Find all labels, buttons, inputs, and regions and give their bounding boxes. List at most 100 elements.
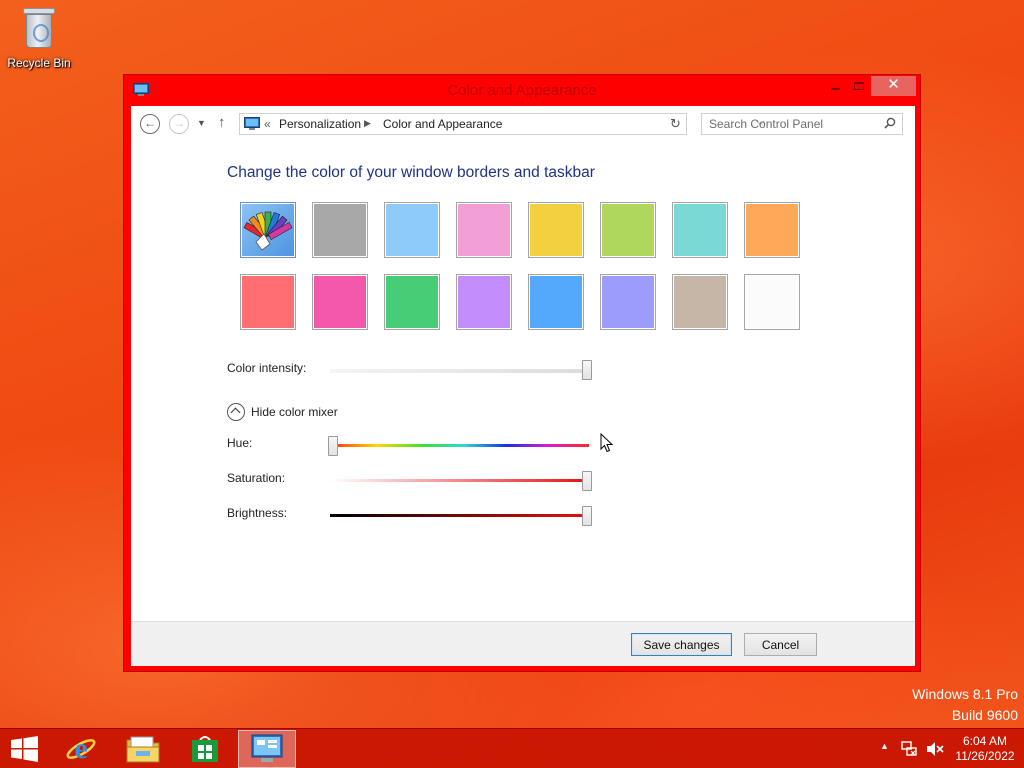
search-box[interactable] (701, 113, 903, 135)
page-heading: Change the color of your window borders … (227, 164, 595, 181)
os-watermark: Windows 8.1 Pro Build 9600 (912, 684, 1018, 726)
maximize-button[interactable] (846, 76, 872, 96)
address-bar[interactable]: « Personalization ▶ Color and Appearance… (239, 113, 764, 135)
taskbar-internet-explorer[interactable]: e (52, 730, 110, 768)
swatch-blue[interactable] (528, 274, 584, 330)
store-icon (192, 736, 218, 762)
swatch-fill (386, 276, 438, 328)
minimize-button[interactable] (822, 76, 848, 96)
os-build: Build 9600 (951, 707, 1018, 723)
mouse-cursor-icon (600, 433, 614, 453)
recycle-bin-icon (21, 6, 57, 50)
swatch-light-blue[interactable] (384, 202, 440, 258)
swatch-fill (674, 204, 726, 256)
swatch-fill (458, 204, 510, 256)
swatch-fill (458, 276, 510, 328)
close-icon: ✕ (887, 76, 900, 93)
hue-slider[interactable] (330, 444, 589, 447)
clock-time: 6:04 AM (962, 734, 1008, 748)
swatch-taupe[interactable] (672, 274, 728, 330)
svg-text:e: e (74, 733, 87, 765)
network-icon[interactable] (901, 741, 917, 757)
color-intensity-slider[interactable] (330, 369, 586, 373)
taskbar-store[interactable] (176, 730, 234, 768)
start-button[interactable] (0, 730, 50, 768)
clock[interactable]: 6:04 AM 11/26/2022 (952, 734, 1018, 764)
breadcrumb-color-and-appearance[interactable]: Color and Appearance (383, 117, 502, 131)
swatch-lavender[interactable] (600, 274, 656, 330)
swatch-fill (602, 276, 654, 328)
swatch-fill (602, 204, 654, 256)
saturation-thumb[interactable] (582, 471, 592, 491)
back-button[interactable]: ← (140, 114, 160, 134)
show-hidden-icons-button[interactable]: ▲ (880, 741, 889, 751)
hide-color-mixer-label: Hide color mixer (251, 405, 338, 419)
swatch-pink[interactable] (456, 202, 512, 258)
address-overflow-chevrons[interactable]: « (264, 117, 271, 131)
recycle-bin[interactable]: Recycle Bin (4, 6, 74, 70)
recent-locations-button[interactable]: ▼ (197, 118, 206, 128)
saturation-label: Saturation: (227, 471, 286, 485)
swatch-white[interactable] (744, 274, 800, 330)
window-title: Color and Appearance (447, 82, 597, 99)
swatch-fill (746, 276, 798, 328)
brightness-thumb[interactable] (582, 506, 592, 526)
maximize-icon (854, 82, 864, 90)
control-panel-icon (251, 734, 283, 762)
window-client-area: ← → ▼ ↑ « Personalization ▶ Color and Ap… (131, 106, 915, 666)
recycle-bin-label: Recycle Bin (7, 56, 71, 70)
arrow-left-icon: ← (144, 116, 156, 130)
up-button[interactable]: ↑ (218, 114, 226, 131)
swatch-violet[interactable] (456, 274, 512, 330)
system-tray: ▲ 6:04 AM 11/26/2022 (864, 729, 1024, 768)
swatch-fill (530, 276, 582, 328)
title-bar[interactable]: Color and Appearance ✕ (124, 75, 920, 105)
swatch-fill (242, 276, 294, 328)
swatch-orange[interactable] (744, 202, 800, 258)
clock-date: 11/26/2022 (955, 749, 1015, 763)
forward-button[interactable]: → (169, 114, 189, 134)
control-panel-icon (244, 117, 260, 130)
swatch-fill (314, 204, 366, 256)
breadcrumb-personalization[interactable]: Personalization (279, 117, 361, 131)
navigation-bar: ← → ▼ ↑ « Personalization ▶ Color and Ap… (131, 106, 915, 142)
os-edition: Windows 8.1 Pro (912, 686, 1018, 702)
hue-thumb[interactable] (328, 436, 338, 456)
saturation-slider[interactable] (330, 479, 589, 482)
taskbar-control-panel[interactable] (238, 730, 296, 768)
internet-explorer-icon: e (66, 733, 96, 765)
swatch-fill (530, 204, 582, 256)
color-palette-icon (243, 211, 293, 251)
volume-muted-icon[interactable] (926, 741, 944, 757)
chevron-up-icon (227, 403, 245, 421)
swatch-gray[interactable] (312, 202, 368, 258)
taskbar-file-explorer[interactable] (114, 730, 172, 768)
color-intensity-label: Color intensity: (227, 361, 307, 375)
breadcrumb-separator-icon[interactable]: ▶ (364, 118, 371, 129)
brightness-label: Brightness: (227, 506, 288, 520)
close-button[interactable]: ✕ (871, 76, 916, 96)
swatch-teal[interactable] (672, 202, 728, 258)
arrow-up-icon: ↑ (218, 114, 226, 131)
swatch-yellow[interactable] (528, 202, 584, 258)
taskbar: e ▲ 6:04 AM 11/26/2022 (0, 728, 1024, 768)
start-icon (11, 736, 38, 762)
color-and-appearance-window: Color and Appearance ✕ ← → ▼ ↑ « Persona… (123, 74, 921, 672)
swatch-red[interactable] (240, 274, 296, 330)
cancel-button[interactable]: Cancel (744, 633, 817, 656)
swatch-fill (242, 204, 294, 256)
swatch-green[interactable] (600, 202, 656, 258)
swatch-automatic[interactable] (240, 202, 296, 258)
file-explorer-icon (126, 736, 160, 763)
swatch-fill (314, 276, 366, 328)
swatch-emerald[interactable] (384, 274, 440, 330)
search-icon[interactable] (884, 117, 896, 129)
chevron-down-icon: ▼ (197, 118, 206, 128)
brightness-slider[interactable] (330, 514, 589, 517)
hue-label: Hue: (227, 436, 253, 450)
refresh-button[interactable]: ↻ (665, 113, 687, 135)
swatch-magenta[interactable] (312, 274, 368, 330)
save-changes-button[interactable]: Save changes (631, 633, 732, 656)
search-input[interactable] (702, 114, 872, 134)
color-intensity-thumb[interactable] (582, 360, 592, 380)
